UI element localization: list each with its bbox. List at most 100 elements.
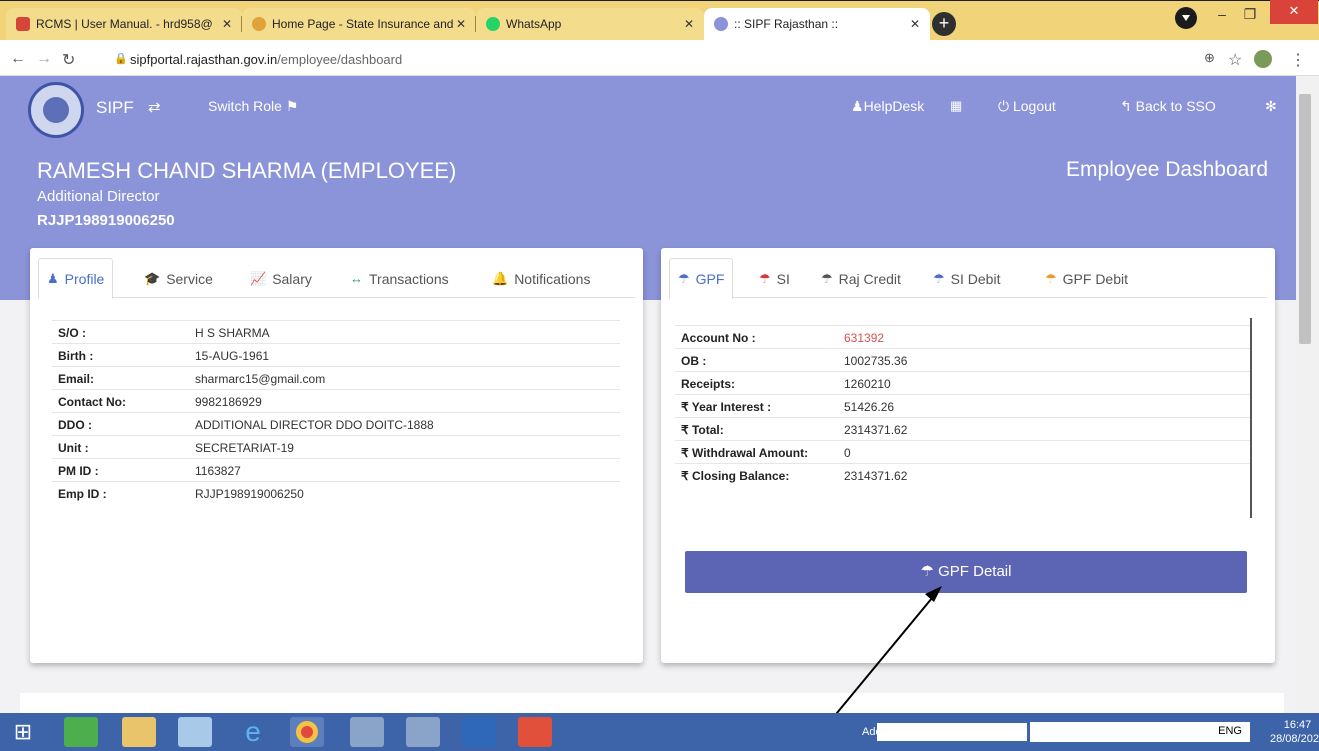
accounts-card: ☂ GPF ☂ SI ☂ Raj Credit ☂ SI Debit ☂ GPF Debi…: [661, 248, 1275, 663]
list-item: PM ID :1163827: [52, 458, 620, 481]
browser-tab-whatsapp[interactable]: WhatsApp ✕: [476, 8, 704, 40]
site-header: [0, 76, 1296, 140]
list-item: OB :1002735.36: [675, 348, 1250, 371]
system-tray: ENG: [1030, 722, 1250, 742]
back-to-sso-link[interactable]: ↰ Back to SSO: [1120, 98, 1216, 115]
list-item: Emp ID : RJJP198919006250: [52, 481, 620, 504]
list-item: Unit : SECRETARIAT-19: [52, 435, 620, 458]
profile-tabs: ♟ Profile 🎓 Service 📈 Salary ↔ Transactions …: [38, 258, 635, 299]
settings-gear-icon[interactable]: ✻: [1265, 98, 1277, 115]
tab-si[interactable]: ☂ SI: [751, 258, 798, 299]
taskbar-clock[interactable]: 16:4728/08/2021: [1270, 718, 1319, 746]
menu-kebab-icon[interactable]: ⋮: [1290, 50, 1306, 70]
user-icon: ♟: [47, 270, 59, 286]
back-arrow-icon[interactable]: ←: [10, 50, 26, 68]
browser-tab-home[interactable]: Home Page - State Insurance and ✕: [242, 8, 476, 40]
sipf-logo: [28, 82, 84, 138]
tab-close-icon[interactable]: ✕: [910, 17, 920, 31]
browser-tab-rcms[interactable]: RCMS | User Manual. - hrd958@ ✕: [6, 8, 242, 40]
restore-icon[interactable]: ❐: [1238, 4, 1262, 26]
gmail-icon: [16, 17, 30, 31]
list-item: Email: sharmarc15@gmail.com: [52, 366, 620, 389]
tab-service[interactable]: 🎓 Service: [136, 258, 221, 299]
language-indicator[interactable]: ENG: [1218, 725, 1242, 737]
employee-designation: Additional Director: [37, 188, 160, 205]
profile-card: ♟ Profile 🎓 Service 📈 Salary ↔ Transactions …: [30, 248, 643, 663]
tab-si-debit[interactable]: ☂ SI Debit: [925, 258, 1008, 299]
tab-title: Home Page - State Insurance and: [272, 17, 454, 31]
list-item: ₹ Year Interest :51426.26: [675, 394, 1250, 417]
list-item: ₹ Total: 2314371.62: [675, 417, 1250, 440]
lock-icon: 🔒: [114, 53, 128, 65]
tab-close-icon[interactable]: ✕: [222, 17, 232, 31]
sipf-favicon-icon: [714, 17, 728, 31]
user-icon: ♟: [851, 98, 864, 114]
app-icon[interactable]: [406, 717, 440, 747]
scrollbar-thumb[interactable]: [1299, 94, 1311, 344]
site-favicon-icon: [252, 17, 266, 31]
umbrella-icon: ☂: [1045, 270, 1057, 286]
powerpoint-icon[interactable]: [518, 717, 552, 747]
window-close-button[interactable]: ✕: [1270, 0, 1318, 24]
power-icon: ⏻: [998, 98, 1010, 114]
tab-notifications[interactable]: 🔔 Notifications: [484, 258, 598, 299]
list-item: ₹ Withdrawal Amount: 0: [675, 440, 1250, 463]
reply-icon: ↰: [1120, 98, 1132, 114]
account-tabs: ☂ GPF ☂ SI ☂ Raj Credit ☂ SI Debit ☂ GPF Debi…: [669, 258, 1267, 299]
list-item: DDO : ADDITIONAL DIRECTOR DDO DOITC-1888: [52, 412, 620, 435]
word-icon[interactable]: [462, 717, 496, 747]
taskbar-address-input[interactable]: [877, 723, 1027, 741]
mail-app-icon[interactable]: [178, 717, 212, 747]
logout-link[interactable]: ⏻ Logout: [998, 98, 1056, 115]
umbrella-icon: ☂: [920, 563, 934, 580]
page-title: Employee Dashboard: [1066, 158, 1268, 181]
tab-transactions[interactable]: ↔ Transactions: [342, 258, 457, 299]
store-icon[interactable]: [64, 717, 98, 747]
chrome-icon[interactable]: [290, 717, 324, 747]
calendar-icon[interactable]: ▦: [950, 98, 962, 114]
brand-title: SIPF: [96, 98, 134, 117]
forward-arrow-icon[interactable]: →: [36, 50, 52, 68]
list-item: Receipts: 1260210: [675, 371, 1250, 394]
browser-tab-sipf[interactable]: :: SIPF Rajasthan :: ✕: [704, 8, 930, 40]
minimize-icon[interactable]: –: [1212, 4, 1232, 26]
list-item: Birth :15-AUG-1961: [52, 343, 620, 366]
tab-raj-credit[interactable]: ☂ Raj Credit: [813, 258, 909, 299]
line-chart-icon: 📈: [250, 270, 267, 286]
list-scrollbar[interactable]: [1250, 318, 1252, 518]
list-item: Account No :631392: [675, 325, 1250, 348]
bookmark-star-icon[interactable]: ☆: [1228, 50, 1242, 70]
employee-name: RAMESH CHAND SHARMA (EMPLOYEE): [37, 158, 457, 183]
tab-title: RCMS | User Manual. - hrd958@: [36, 17, 213, 31]
tab-gpf-debit[interactable]: ☂ GPF Debit: [1037, 258, 1136, 299]
snipping-tool-icon[interactable]: [350, 717, 384, 747]
windows-start-icon[interactable]: ⊞: [8, 717, 38, 747]
tab-salary[interactable]: 📈 Salary: [242, 258, 320, 299]
internet-explorer-icon[interactable]: e: [236, 717, 270, 747]
tab-gpf[interactable]: ☂ GPF: [669, 258, 734, 299]
graduation-cap-icon: 🎓: [144, 270, 161, 286]
arrows-horizontal-icon: ↔: [350, 271, 363, 286]
reload-icon[interactable]: ↻: [62, 50, 75, 70]
extension-icon[interactable]: [1254, 50, 1272, 68]
tab-close-icon[interactable]: ✕: [684, 17, 694, 31]
tab-title: WhatsApp: [506, 17, 562, 31]
switch-arrows-icon: ⇄: [148, 99, 161, 116]
browser-profile-icon[interactable]: [1175, 7, 1197, 29]
list-item: ₹ Closing Balance: 2314371.62: [675, 463, 1250, 486]
next-section-strip: [20, 693, 1284, 713]
new-tab-button[interactable]: +: [932, 12, 956, 36]
switch-role-link[interactable]: Switch Role ⚑: [208, 98, 298, 115]
umbrella-icon: ☂: [821, 270, 833, 286]
gpf-detail-button[interactable]: ☂ GPF Detail: [685, 551, 1247, 593]
umbrella-icon: ☂: [933, 270, 945, 286]
whatsapp-icon: [486, 17, 500, 31]
tab-close-icon[interactable]: ✕: [456, 17, 466, 31]
tab-title: :: SIPF Rajasthan ::: [734, 17, 839, 31]
helpdesk-link[interactable]: ♟HelpDesk: [851, 98, 924, 115]
flag-icon: ⚑: [285, 98, 299, 114]
tab-profile[interactable]: ♟ Profile: [38, 258, 114, 299]
url-text: sipfportal.rajasthan.gov.in/employee/das…: [130, 52, 403, 67]
zoom-icon[interactable]: ⊕: [1204, 50, 1215, 66]
file-explorer-icon[interactable]: [122, 717, 156, 747]
